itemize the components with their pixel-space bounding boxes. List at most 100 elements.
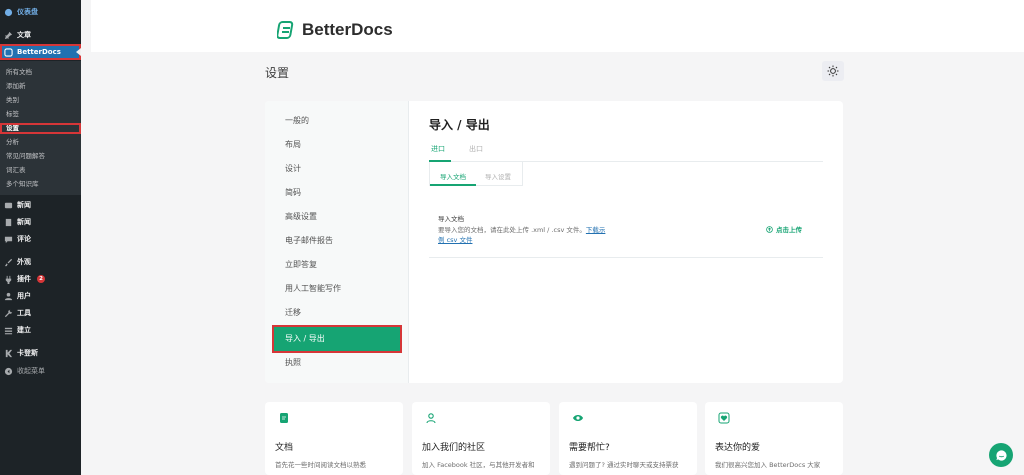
nav-license[interactable]: 执照 [285, 357, 301, 369]
kadence-icon [4, 349, 13, 358]
page-title: 设置 [265, 66, 290, 80]
tab-export[interactable]: 出口 [469, 144, 483, 154]
card-title: 需要帮忙? [569, 443, 610, 453]
nav-layout[interactable]: 布局 [285, 139, 301, 151]
nav-migration[interactable]: 迁移 [285, 307, 301, 319]
nav-email-reports[interactable]: 电子邮件报告 [285, 235, 333, 247]
download-sample-link-part1[interactable]: 下载示 [586, 226, 606, 234]
tab-import[interactable]: 进口 [431, 144, 445, 154]
menu-label: 卡登斯 [17, 349, 38, 357]
sun-icon [827, 65, 839, 77]
menu-label: 仪表盘 [17, 8, 38, 16]
submenu-multiple-kb[interactable]: 多个知识库 [6, 179, 39, 190]
menu-collapse[interactable]: 收起菜单 [0, 363, 81, 379]
card-text: 首先花一些时间阅读文档以熟悉 [275, 461, 366, 469]
help-cards: 文档 首先花一些时间阅读文档以熟悉 加入我们的社区 加入 Facebook 社区… [265, 402, 843, 475]
upload-button[interactable]: 点击上传 [766, 224, 802, 234]
settings-nav: 一般的 布局 设计 简码 高级设置 电子邮件报告 立即答复 用人工智能写作 迁移… [265, 101, 409, 383]
menu-label: 用户 [17, 292, 31, 300]
menu-tools[interactable]: 工具 [0, 305, 81, 321]
menu-label: 工具 [17, 309, 31, 317]
card-title: 文档 [275, 443, 294, 453]
submenu-glossary[interactable]: 词汇表 [6, 165, 26, 176]
card-community[interactable]: 加入我们的社区 加入 Facebook 社区，与其他开发者和 [412, 402, 550, 475]
settings-panel: 一般的 布局 设计 简码 高级设置 电子邮件报告 立即答复 用人工智能写作 迁移… [265, 101, 843, 383]
import-docs-row: 导入文档 要导入您的文档，请在此处上传 .xml / .csv 文件。下载示例 … [429, 201, 823, 258]
menu-kadence[interactable]: 卡登斯 [0, 345, 81, 361]
nav-ai-writing[interactable]: 用人工智能写作 [285, 283, 341, 295]
submenu-categories[interactable]: 类别 [6, 95, 19, 106]
nav-instant-answer[interactable]: 立即答复 [285, 259, 317, 271]
menu-posts[interactable]: 文章 [0, 27, 81, 43]
menu-settings[interactable]: 建立 [0, 322, 81, 338]
plugin-icon [4, 275, 13, 284]
card-text: 遇到问题了? 通过实时聊天或支持票获 [569, 461, 679, 469]
menu-media[interactable]: 新闻 [0, 197, 81, 213]
submenu-settings[interactable]: 设置 [0, 123, 81, 134]
upload-label: 点击上传 [776, 226, 802, 234]
brush-icon [4, 258, 13, 267]
menu-comments[interactable]: 评论 [0, 231, 81, 247]
admin-sidebar: 仪表盘 文章 BetterDocs 所有文档 添加新 类别 标签 设置 分析 常… [0, 0, 81, 475]
section-heading: 导入 / 导出 [429, 118, 490, 132]
menu-plugins[interactable]: 插件 2 [0, 271, 81, 287]
card-show-love[interactable]: 表达你的爱 我们很高兴您加入 BetterDocs 大家 [705, 402, 843, 475]
submenu-add-new[interactable]: 添加新 [6, 81, 26, 92]
menu-label: 插件 [17, 275, 31, 283]
menu-dashboard[interactable]: 仪表盘 [0, 4, 81, 20]
comment-icon [4, 235, 13, 244]
menu-users[interactable]: 用户 [0, 288, 81, 304]
dashboard-icon [4, 8, 13, 17]
betterdocs-icon [4, 47, 13, 57]
nav-design[interactable]: 设计 [285, 163, 301, 175]
subtab-import-settings[interactable]: 导入设置 [485, 171, 511, 181]
menu-label: 收起菜单 [17, 367, 45, 375]
media-icon [4, 201, 13, 210]
submenu-analytics[interactable]: 分析 [6, 137, 19, 148]
card-text: 我们很高兴您加入 BetterDocs 大家 [715, 461, 821, 469]
submenu-all-docs[interactable]: 所有文档 [6, 67, 32, 78]
menu-label: 外观 [17, 258, 31, 266]
header-bar: BetterDocs [91, 0, 1024, 52]
heart-icon [718, 412, 730, 424]
theme-toggle-button[interactable] [822, 61, 844, 81]
submenu-tags[interactable]: 标签 [6, 109, 19, 120]
card-docs[interactable]: 文档 首先花一些时间阅读文档以熟悉 [265, 402, 403, 475]
menu-betterdocs[interactable]: BetterDocs [0, 44, 81, 60]
menu-label: 建立 [17, 326, 31, 334]
nav-advanced-settings[interactable]: 高级设置 [285, 211, 317, 223]
upload-icon [766, 225, 773, 233]
menu-label: 文章 [17, 31, 31, 39]
brand-name: BetterDocs [302, 20, 393, 39]
download-sample-link-part2[interactable]: 例 csv 文件 [438, 236, 472, 244]
menu-appearance[interactable]: 外观 [0, 254, 81, 270]
brand-logo: BetterDocs [277, 20, 393, 40]
menu-label: 新闻 [17, 218, 31, 226]
active-subtab-indicator [430, 184, 476, 186]
document-icon [280, 413, 288, 423]
collapse-icon [4, 367, 13, 376]
import-export-section: 导入 / 导出 进口 出口 导入文档 导入设置 导入文档 要导入您的文档，请在此… [409, 101, 843, 383]
user-icon [4, 292, 13, 301]
menu-label: BetterDocs [17, 48, 61, 56]
betterdocs-logo-icon [277, 21, 294, 39]
update-badge: 2 [37, 275, 45, 283]
submenu-faq[interactable]: 常见问题解答 [6, 151, 45, 162]
nav-shortcodes[interactable]: 简码 [285, 187, 301, 199]
menu-pages[interactable]: 新闻 [0, 214, 81, 230]
eye-icon [573, 415, 583, 421]
chat-button[interactable] [989, 443, 1013, 467]
row-description: 要导入您的文档，请在此处上传 .xml / .csv 文件。下载示例 csv 文… [438, 225, 628, 245]
subtab-import-docs[interactable]: 导入文档 [440, 171, 466, 181]
pin-icon [4, 31, 13, 40]
nav-general[interactable]: 一般的 [285, 115, 309, 127]
page-icon [4, 218, 13, 227]
wrench-icon [4, 309, 13, 318]
description-text: 要导入您的文档，请在此处上传 .xml / .csv 文件。 [438, 226, 586, 234]
chat-icon [995, 449, 1007, 461]
card-help[interactable]: 需要帮忙? 遇到问题了? 通过实时聊天或支持票获 [559, 402, 697, 475]
betterdocs-submenu: 所有文档 添加新 类别 标签 设置 分析 常见问题解答 词汇表 多个知识库 [0, 61, 81, 195]
nav-import-export[interactable]: 导入 / 导出 [272, 325, 402, 353]
row-title: 导入文档 [438, 215, 464, 223]
menu-label: 新闻 [17, 201, 31, 209]
